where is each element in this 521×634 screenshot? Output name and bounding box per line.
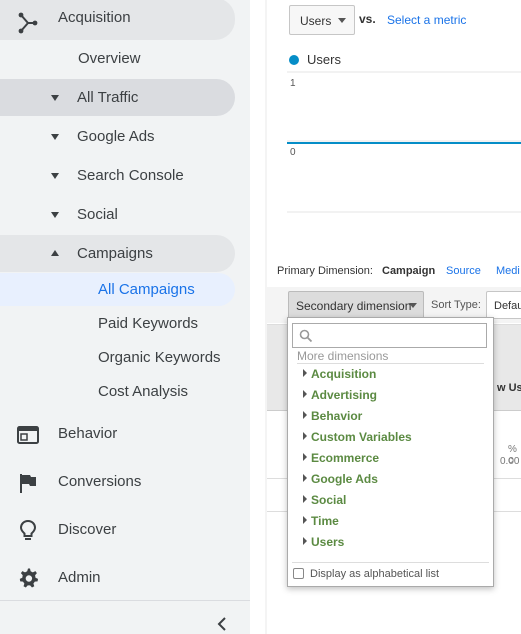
metric-select[interactable]: Users (289, 5, 355, 35)
dimension-group-behavior[interactable]: Behavior (303, 409, 362, 423)
caret-right-icon (303, 390, 307, 398)
expand-arrow-icon (51, 173, 59, 179)
totals-value: 0.00 (500, 456, 520, 467)
alphabetical-list-label[interactable]: Display as alphabetical list (310, 568, 439, 580)
sidebar-item-organic-keywords[interactable]: Organic Keywords (0, 349, 250, 369)
sidebar-item-label: Paid Keywords (98, 315, 199, 332)
caret-right-icon (303, 369, 307, 377)
dimension-group-label: Time (311, 514, 339, 528)
chevron-down-icon (409, 303, 417, 308)
caret-right-icon (303, 453, 307, 461)
search-icon (299, 329, 313, 343)
dimension-group-ecommerce[interactable]: Ecommerce (303, 451, 379, 465)
dropdown-divider (292, 562, 489, 563)
caret-right-icon (303, 495, 307, 503)
users-line-chart: 1 0 (287, 71, 521, 213)
sidebar-item-conversions[interactable]: Conversions (0, 469, 250, 495)
lightbulb-icon (19, 519, 37, 540)
expand-arrow-icon (51, 95, 59, 101)
sidebar-nav: Acquisition Overview All Traffic Google … (0, 0, 250, 634)
dimension-group-label: Acquisition (311, 367, 377, 381)
collapse-sidebar-icon[interactable] (216, 617, 228, 631)
expand-arrow-icon (51, 134, 59, 140)
y-tick-0: 0 (290, 147, 296, 158)
dimension-group-label: Behavior (311, 409, 363, 423)
sidebar-item-label: Campaigns (77, 245, 153, 262)
sidebar-item-label: Social (77, 206, 118, 223)
sidebar-item-label: All Traffic (77, 89, 139, 106)
dimension-group-label: Social (311, 493, 347, 507)
sidebar-item-overview[interactable]: Overview (0, 50, 250, 70)
dimension-group-label: Custom Variables (311, 430, 412, 444)
sidebar-item-social[interactable]: Social (0, 206, 250, 226)
dimension-search-input[interactable] (292, 323, 487, 348)
sidebar-item-search-console[interactable]: Search Console (0, 167, 250, 187)
secondary-dimension-button[interactable]: Secondary dimension (288, 291, 424, 319)
behavior-icon (17, 426, 39, 444)
vs-label: vs. (359, 12, 376, 26)
sidebar-item-label: Google Ads (77, 128, 155, 145)
dimension-group-label: Google Ads (311, 472, 378, 486)
caret-right-icon (303, 432, 307, 440)
dimension-group-time[interactable]: Time (303, 514, 339, 528)
acquisition-icon (18, 12, 38, 34)
sidebar-item-label: Admin (58, 569, 101, 586)
sidebar-item-all-traffic[interactable]: All Traffic (0, 89, 250, 109)
sidebar-item-label: Overview (78, 50, 141, 67)
secondary-dimension-label: Secondary dimension (296, 299, 412, 313)
expand-arrow-icon (51, 212, 59, 218)
dimension-group-users[interactable]: Users (303, 535, 344, 549)
dimension-group-advertising[interactable]: Advertising (303, 388, 377, 402)
metric-select-value: Users (300, 14, 332, 28)
dimension-group-label: Users (311, 535, 345, 549)
chart-panel: Users vs. Select a metric Users 1 0 (267, 0, 521, 236)
sort-type-value: Defau (494, 300, 521, 312)
sidebar-item-admin[interactable]: Admin (0, 565, 250, 591)
sidebar-item-label: Acquisition (58, 9, 131, 26)
dimension-source-link[interactable]: Source (446, 265, 481, 277)
dimension-campaign: Campaign (382, 265, 436, 277)
dropdown-divider (297, 363, 484, 364)
dimension-group-label: Ecommerce (311, 451, 380, 465)
sidebar-item-all-campaigns[interactable]: All Campaigns (0, 281, 250, 301)
sidebar-item-label: Search Console (77, 167, 184, 184)
sidebar-item-label: Behavior (58, 425, 118, 442)
sort-type-select[interactable]: Defau (486, 291, 521, 319)
caret-right-icon (303, 537, 307, 545)
sidebar-item-behavior[interactable]: Behavior (0, 421, 250, 447)
sidebar-item-google-ads[interactable]: Google Ads (0, 128, 250, 148)
dimension-group-acquisition[interactable]: Acquisition (303, 367, 376, 381)
sidebar-item-campaigns[interactable]: Campaigns (0, 245, 250, 265)
y-tick-1: 1 (290, 78, 296, 89)
caret-right-icon (303, 411, 307, 419)
more-dimensions-heading: More dimensions (297, 349, 389, 363)
caret-right-icon (303, 474, 307, 482)
sidebar-footer (0, 600, 250, 634)
sidebar-item-label: All Campaigns (98, 281, 195, 298)
caret-right-icon (303, 516, 307, 524)
sidebar-item-discover[interactable]: Discover (0, 517, 250, 543)
sidebar-item-label: Cost Analysis (98, 383, 189, 400)
sidebar-item-label: Discover (58, 521, 117, 538)
sidebar-item-cost-analysis[interactable]: Cost Analysis (0, 383, 250, 403)
alphabetical-list-checkbox[interactable] (293, 568, 304, 579)
sidebar-item-paid-keywords[interactable]: Paid Keywords (0, 315, 250, 335)
sort-type-label: Sort Type: (431, 299, 481, 311)
dimension-group-social[interactable]: Social (303, 493, 346, 507)
dimension-medium-link[interactable]: Medi (496, 265, 520, 277)
flag-icon (20, 474, 36, 493)
secondary-dimension-dropdown: More dimensions Acquisition Advertising … (287, 317, 494, 587)
dimension-group-custom-variables[interactable]: Custom Variables (303, 430, 412, 444)
sidebar-item-acquisition[interactable]: Acquisition (0, 6, 250, 34)
column-header-new-users[interactable]: w Use (497, 382, 521, 394)
collapse-arrow-icon (51, 250, 59, 256)
select-metric-link[interactable]: Select a metric (387, 13, 466, 27)
chevron-down-icon (338, 18, 346, 23)
dimension-group-label: Advertising (311, 388, 378, 402)
sidebar-item-label: Organic Keywords (98, 349, 221, 366)
sidebar-item-label: Conversions (58, 473, 142, 490)
primary-dimension-label: Primary Dimension: (277, 265, 373, 277)
gear-icon (19, 568, 38, 588)
dimension-group-google-ads[interactable]: Google Ads (303, 472, 378, 486)
